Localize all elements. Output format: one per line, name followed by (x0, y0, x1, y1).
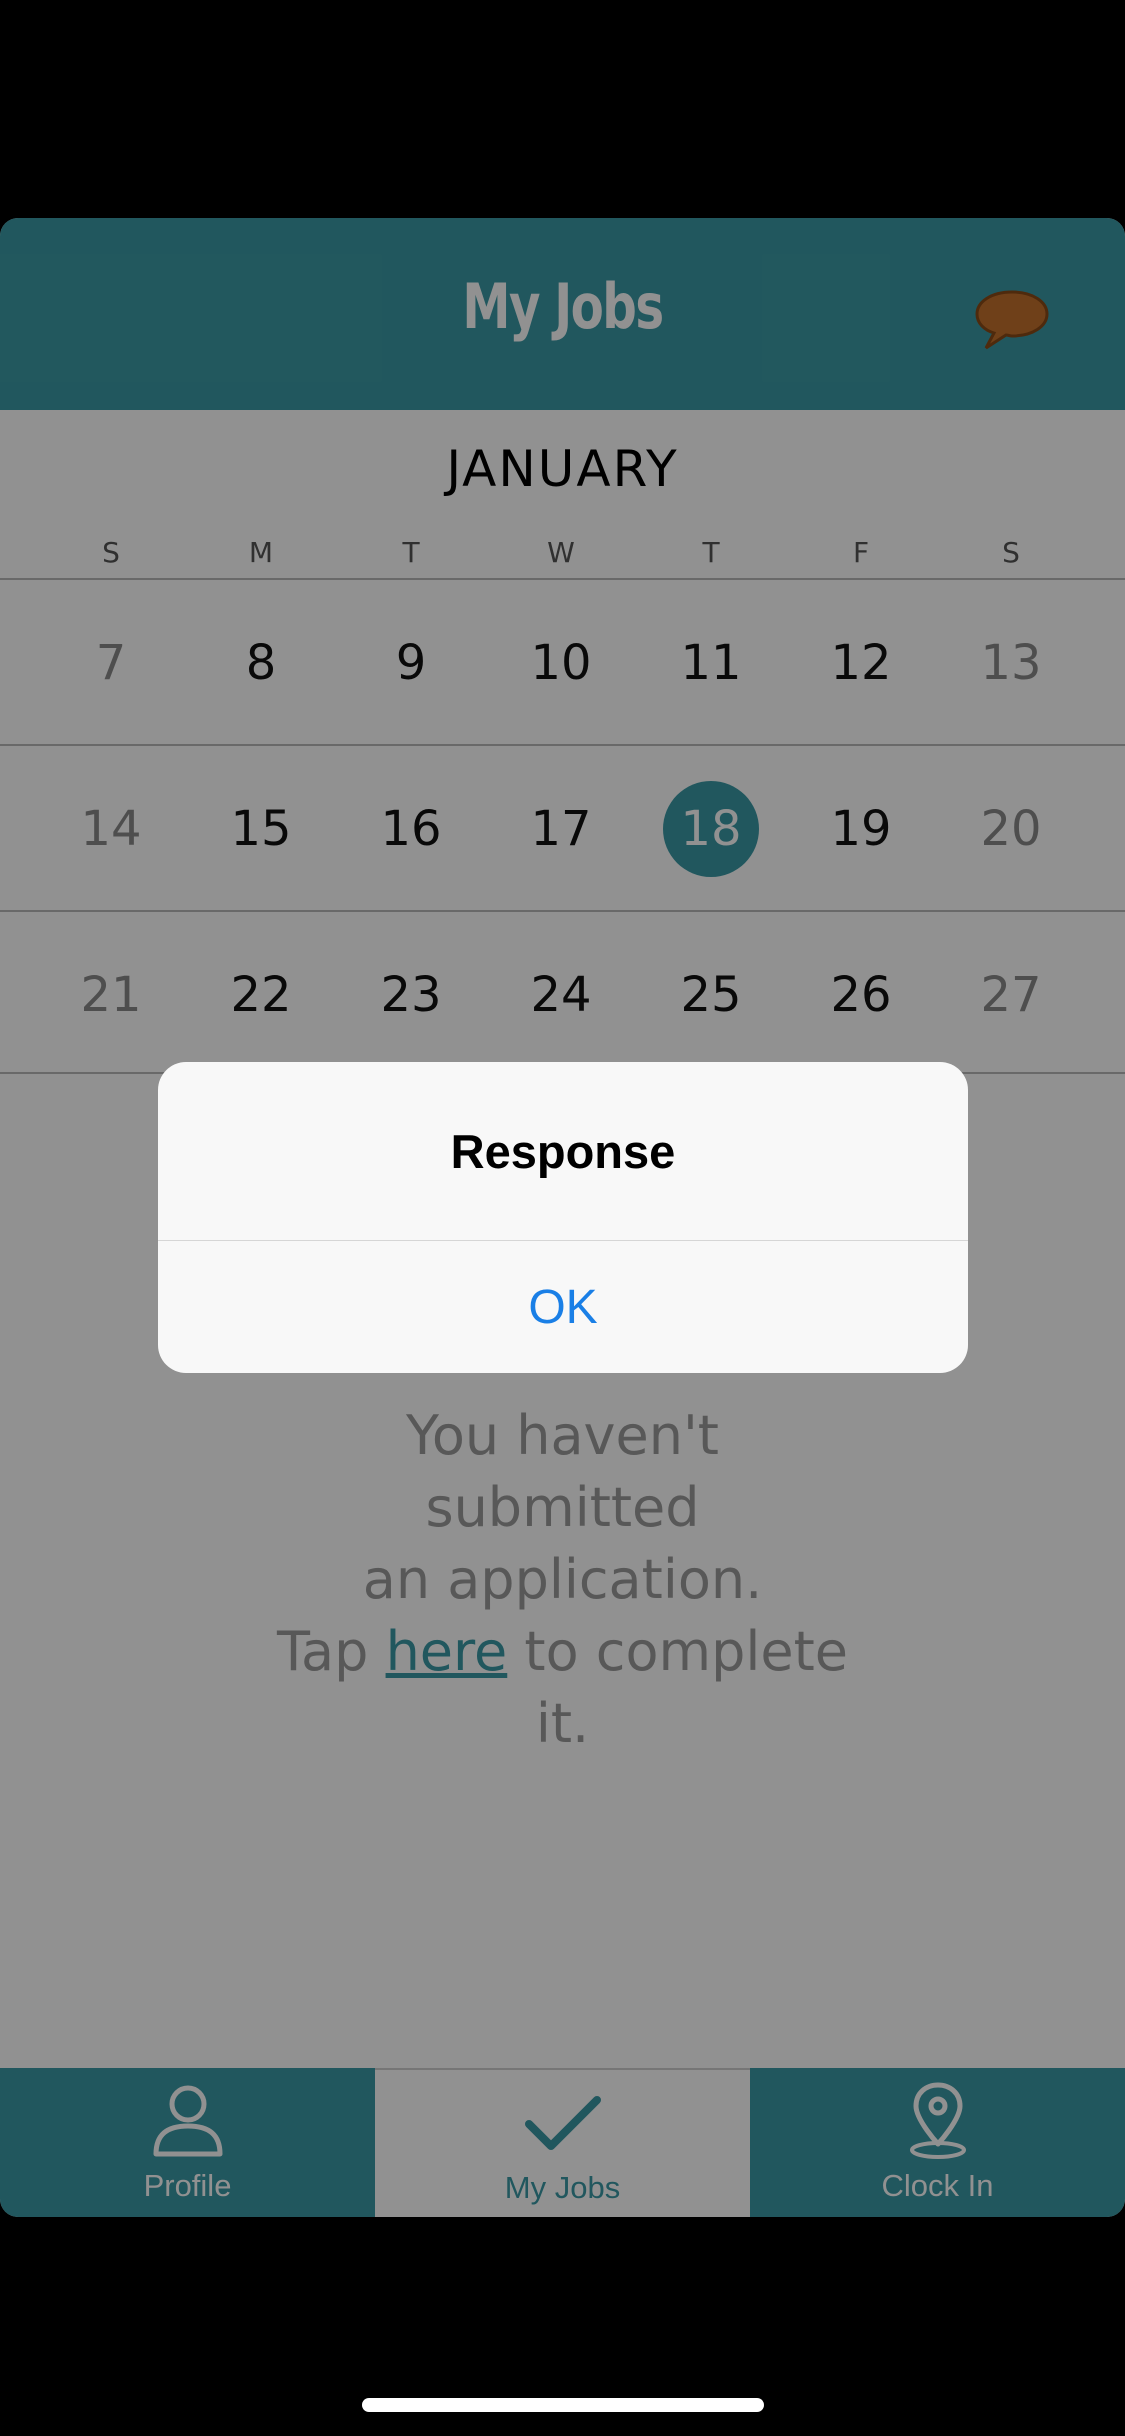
ok-button[interactable]: OK (158, 1241, 968, 1373)
home-indicator[interactable] (362, 2398, 764, 2412)
alert-title: Response (450, 1125, 676, 1178)
response-alert: Response OK (158, 1062, 968, 1373)
